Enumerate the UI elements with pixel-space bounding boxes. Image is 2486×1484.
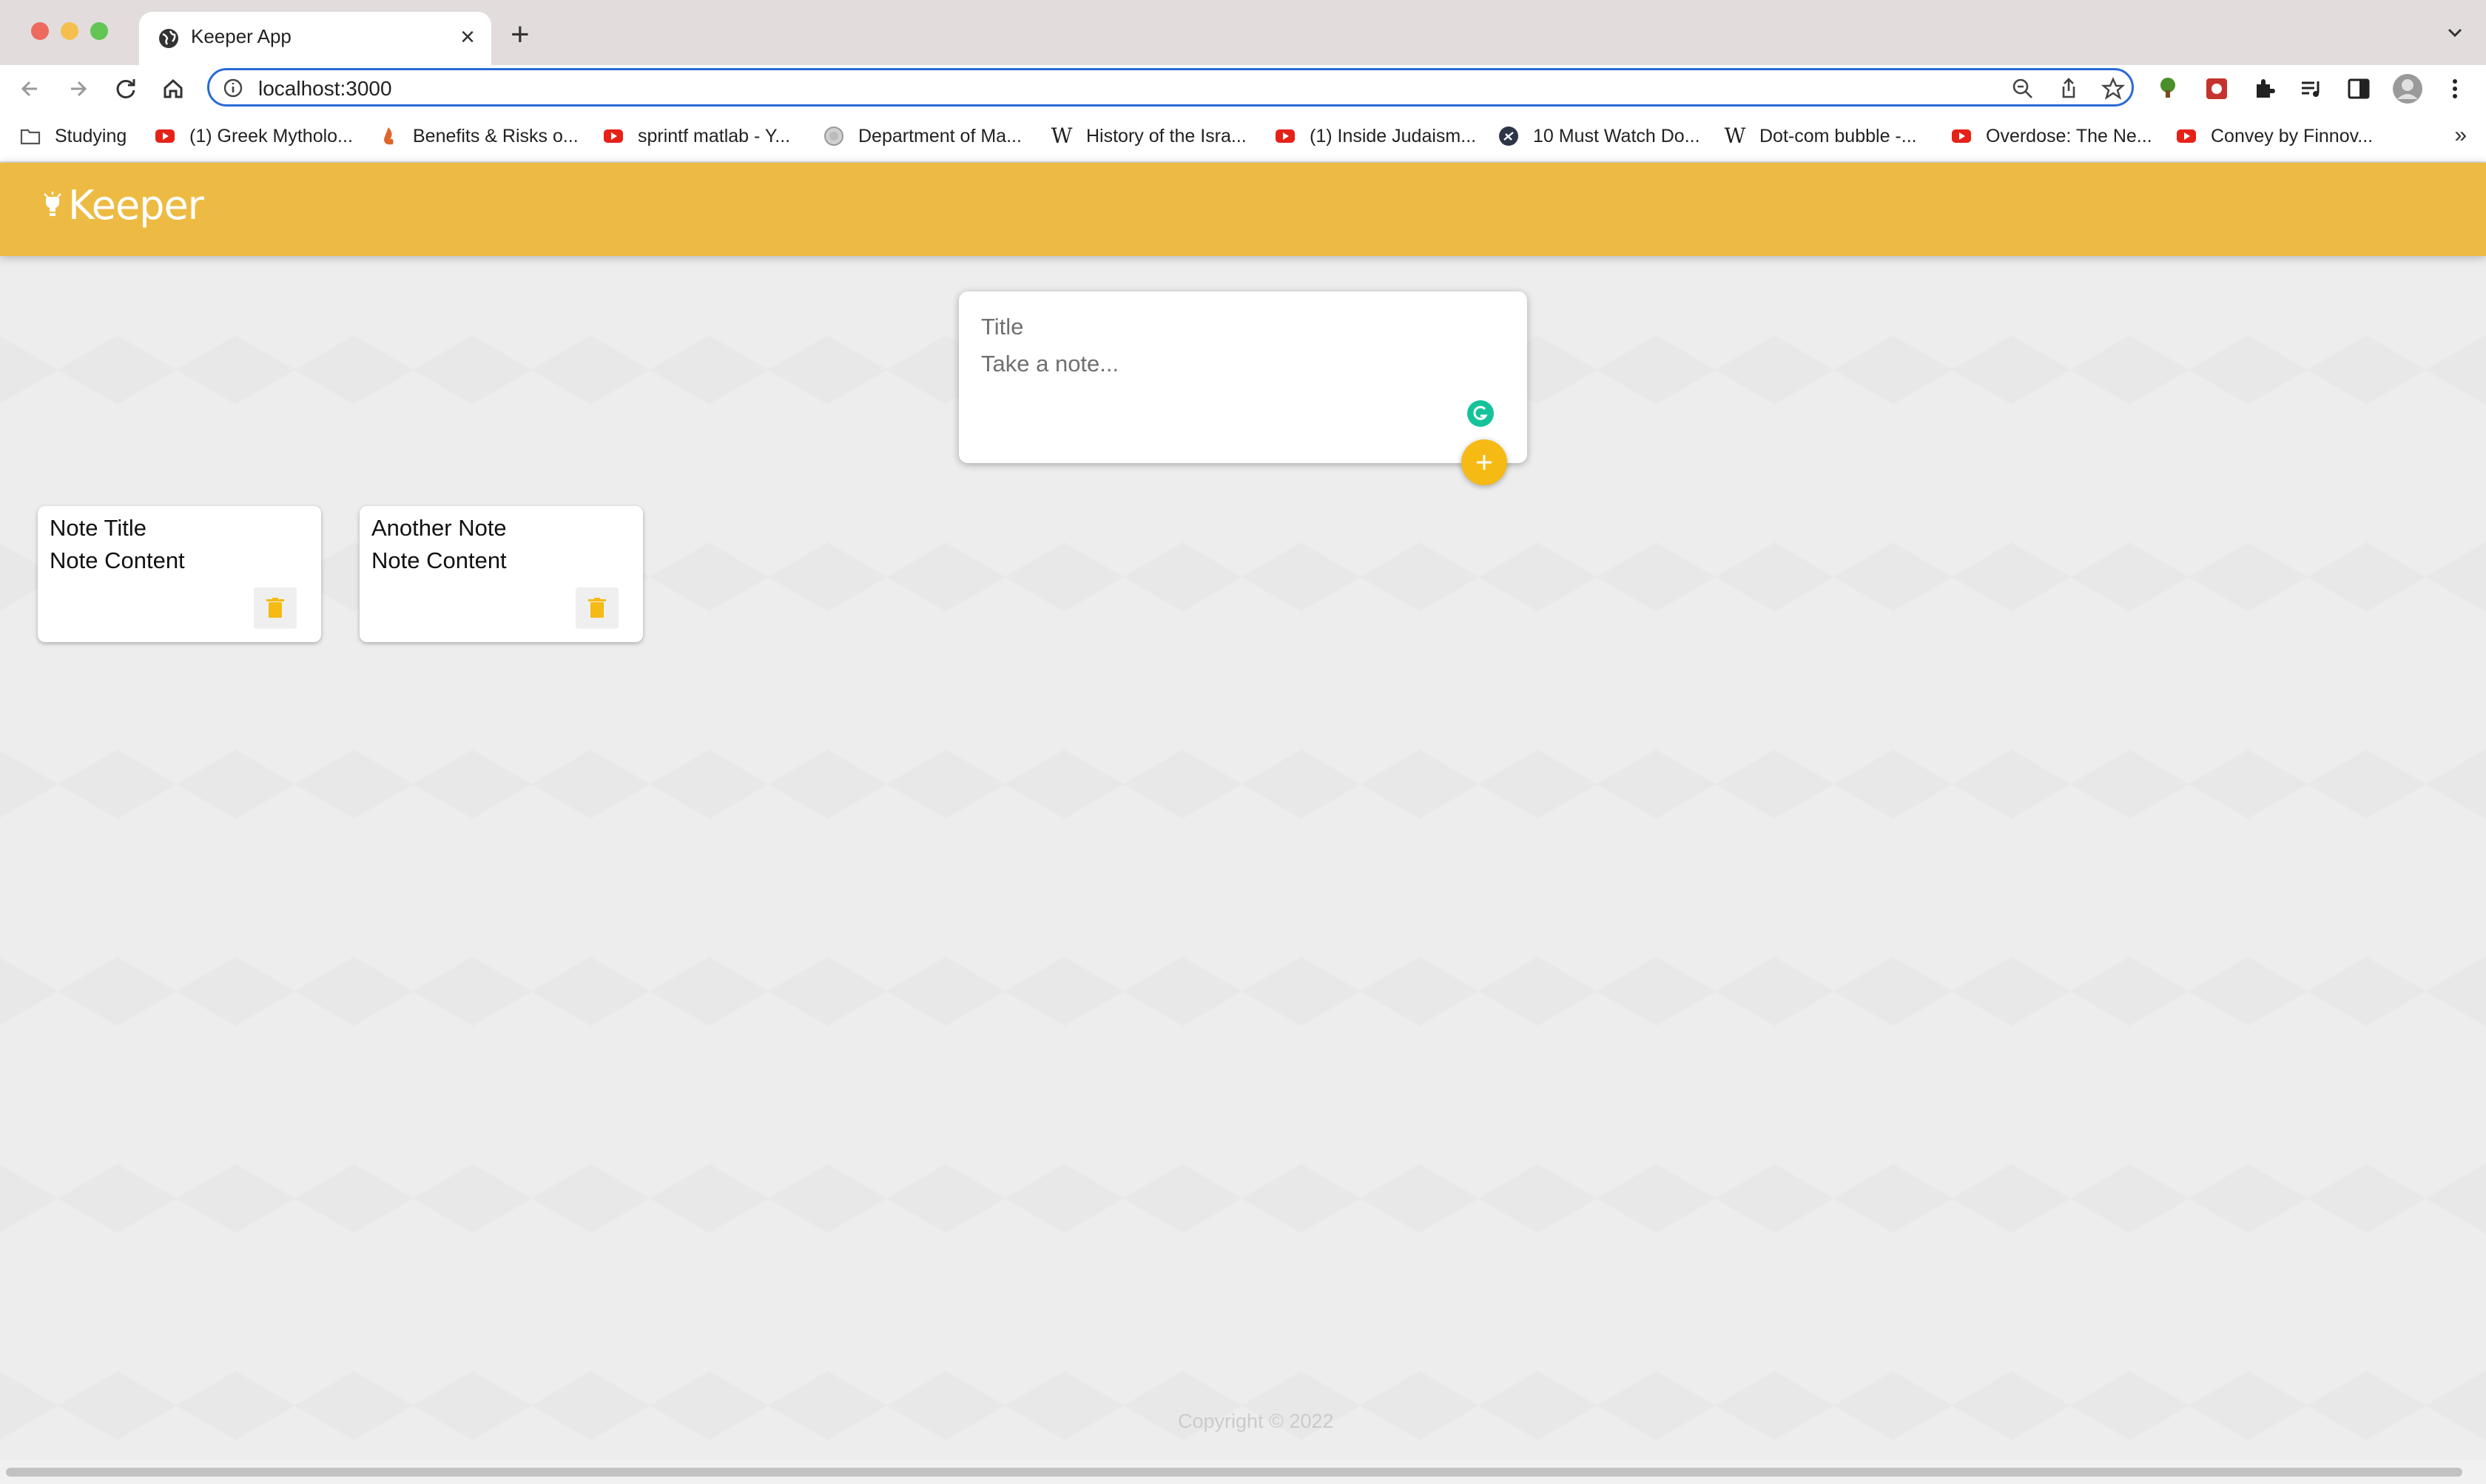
note-content: Note Content: [371, 547, 507, 573]
plus-icon: [1477, 455, 1492, 470]
maximize-window-button[interactable]: [90, 22, 108, 40]
bookmark-item[interactable]: (1) Greek Mytholo...: [154, 121, 353, 151]
bookmark-item[interactable]: Department of Ma...: [823, 121, 1022, 151]
back-icon[interactable]: [15, 72, 47, 105]
horizontal-scrollbar[interactable]: [0, 1460, 2486, 1484]
bookmark-item[interactable]: 10 Must Watch Do...: [1498, 121, 1700, 151]
seal-icon: [824, 127, 843, 146]
note-title-input[interactable]: Title: [981, 314, 1023, 340]
flame-icon: [384, 127, 394, 145]
site-icon: [1499, 127, 1518, 146]
grammarly-icon[interactable]: [1466, 399, 1495, 428]
delete-note-button[interactable]: [254, 587, 297, 629]
copyright-footer: Copyright © 2022: [1178, 1410, 1334, 1432]
page-content: Keeper Title Take a note... Note Title N…: [0, 163, 2486, 1484]
note-card: Another Note Note Content: [360, 506, 643, 642]
app-logo: Keeper: [41, 182, 204, 229]
forward-icon[interactable]: [62, 72, 95, 105]
new-tab-button[interactable]: +: [511, 16, 530, 53]
bookmark-item[interactable]: sprintf matlab - Y...: [602, 121, 790, 151]
browser-toolbar: localhost:3000: [0, 65, 2486, 112]
bookmark-item[interactable]: Convey by Finnov...: [2175, 121, 2373, 151]
more-menu-icon[interactable]: [2442, 75, 2468, 102]
wikipedia-icon: W: [1724, 124, 1746, 148]
bookmark-item[interactable]: Overdose: The Ne...: [1950, 121, 2152, 151]
bookmarks-bar: Studying (1) Greek Mytholo... Benefits &…: [0, 112, 2486, 163]
media-queue-icon[interactable]: [2298, 75, 2325, 102]
zoom-icon[interactable]: [2010, 76, 2035, 101]
share-icon[interactable]: [2056, 76, 2081, 101]
site-info-icon[interactable]: [223, 78, 243, 98]
trash-icon: [588, 598, 606, 618]
add-note-button[interactable]: [1461, 439, 1507, 485]
home-icon[interactable]: [157, 72, 189, 105]
globe-icon: [159, 29, 178, 48]
trash-icon: [266, 598, 284, 618]
youtube-icon: [1276, 129, 1295, 143]
note-title: Another Note: [371, 515, 507, 541]
profile-avatar[interactable]: [2391, 72, 2424, 105]
puzzle-icon[interactable]: [2251, 75, 2277, 102]
bookmark-item[interactable]: Benefits & Risks o...: [377, 121, 579, 151]
folder-icon: [20, 129, 41, 145]
address-bar[interactable]: localhost:3000: [207, 68, 2134, 107]
lightbulb-icon: [44, 191, 61, 216]
wikipedia-icon: W: [1051, 124, 1073, 148]
note-content-textarea[interactable]: Take a note...: [981, 351, 1119, 377]
reload-icon[interactable]: [110, 72, 142, 105]
bookmark-item[interactable]: W History of the Isra...: [1051, 121, 1247, 151]
html-extension-icon[interactable]: [2155, 75, 2181, 102]
tab-title: Keeper App: [191, 25, 292, 47]
chevron-down-icon[interactable]: [2442, 19, 2468, 46]
bookmark-star-icon[interactable]: [2101, 76, 2126, 101]
youtube-icon: [604, 129, 623, 143]
bookmark-item[interactable]: Studying: [19, 121, 127, 151]
note-content: Note Content: [50, 547, 185, 573]
youtube-icon: [1952, 129, 1971, 143]
extension-icon[interactable]: [2203, 75, 2230, 102]
scrollbar-thumb[interactable]: [6, 1468, 2462, 1477]
youtube-icon: [155, 129, 175, 143]
app-title: Keeper: [68, 182, 204, 229]
youtube-icon: [2177, 129, 2196, 143]
create-note-form: Title Take a note...: [959, 291, 1527, 463]
browser-tab-keeper[interactable]: Keeper App ×: [139, 12, 491, 65]
address-url[interactable]: localhost:3000: [258, 77, 392, 101]
close-tab-icon[interactable]: ×: [460, 22, 475, 52]
delete-note-button[interactable]: [576, 587, 619, 629]
close-window-button[interactable]: [31, 22, 49, 40]
minimize-window-button[interactable]: [61, 22, 78, 40]
bookmark-item[interactable]: (1) Inside Judaism...: [1274, 121, 1476, 151]
browser-tab-strip: Keeper App × +: [0, 0, 2486, 65]
note-title: Note Title: [50, 515, 146, 541]
bookmarks-overflow-button[interactable]: »: [2454, 123, 2467, 148]
app-header: Keeper: [0, 163, 2486, 256]
side-panel-icon[interactable]: [2345, 75, 2372, 102]
bookmark-item[interactable]: W Dot-com bubble -...: [1724, 121, 1917, 151]
note-card: Note Title Note Content: [38, 506, 321, 642]
